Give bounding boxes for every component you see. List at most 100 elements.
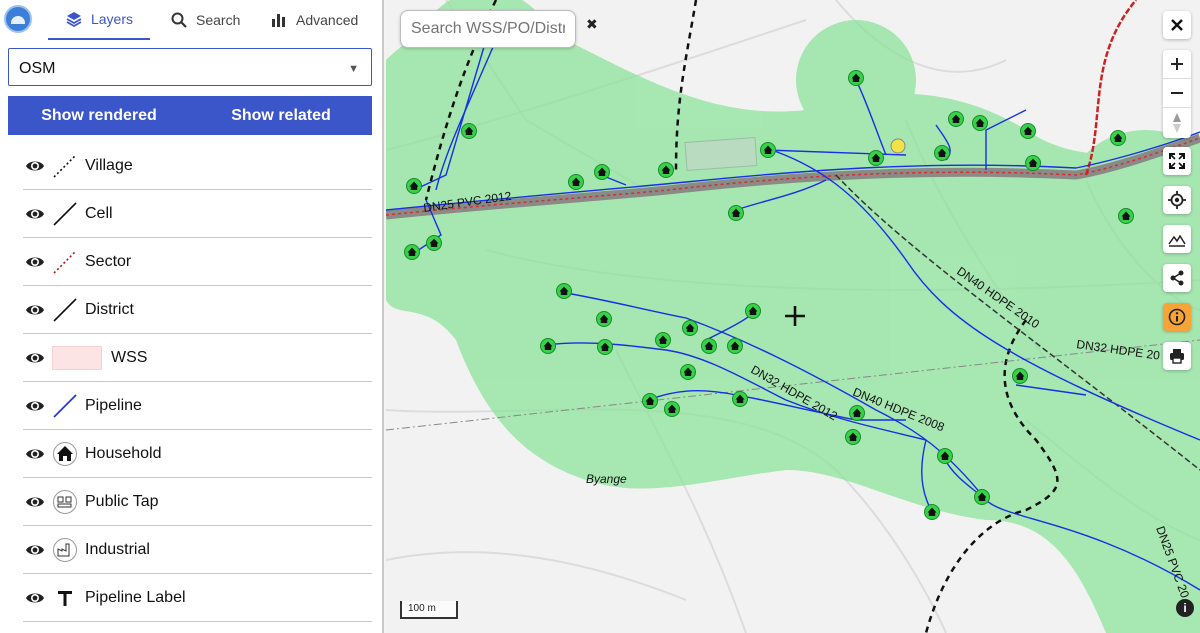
share-button[interactable] — [1163, 264, 1191, 292]
red-dotted-line-icon — [51, 248, 79, 276]
eye-icon[interactable] — [25, 540, 45, 560]
household-marker[interactable] — [727, 338, 743, 354]
eye-icon[interactable] — [25, 204, 45, 224]
show-rendered-button[interactable]: Show rendered — [8, 96, 190, 135]
household-marker[interactable] — [540, 338, 556, 354]
layer-label-sector: Sector — [85, 253, 132, 270]
household-marker[interactable] — [701, 338, 717, 354]
terrain-button[interactable] — [1163, 225, 1191, 253]
layer-label-household: Household — [85, 445, 162, 462]
eye-icon[interactable] — [25, 492, 45, 512]
household-marker[interactable] — [934, 145, 950, 161]
close-button[interactable] — [1163, 11, 1191, 39]
info-button[interactable] — [1163, 303, 1191, 331]
layer-label-public-tap: Public Tap — [85, 493, 159, 510]
household-marker[interactable] — [972, 115, 988, 131]
layer-row-pipeline[interactable]: Pipeline — [23, 382, 372, 430]
household-marker[interactable] — [655, 332, 671, 348]
eye-icon[interactable] — [25, 348, 45, 368]
eye-icon[interactable] — [25, 588, 45, 608]
bar-chart-icon — [272, 14, 285, 27]
layer-row-sector[interactable]: Sector — [23, 238, 372, 286]
map-search-input[interactable] — [400, 10, 576, 48]
print-icon — [1170, 349, 1184, 364]
household-marker[interactable] — [845, 429, 861, 445]
layer-label-district: District — [85, 301, 134, 318]
household-marker[interactable] — [680, 364, 696, 380]
zoom-in-icon — [1171, 58, 1183, 70]
tab-search[interactable]: Search — [162, 0, 258, 40]
layer-row-district[interactable]: District — [23, 286, 372, 334]
eye-icon[interactable] — [25, 252, 45, 272]
household-marker[interactable] — [406, 178, 422, 194]
household-marker[interactable] — [568, 174, 584, 190]
solid-line-icon — [51, 296, 79, 324]
solid-line-icon — [51, 200, 79, 228]
layer-row-village[interactable]: Village — [23, 142, 372, 190]
household-marker[interactable] — [848, 70, 864, 86]
household-marker[interactable] — [596, 311, 612, 327]
layer-row-cell[interactable]: Cell — [23, 190, 372, 238]
layer-row-household[interactable]: Household — [23, 430, 372, 478]
household-marker[interactable] — [728, 205, 744, 221]
household-marker[interactable] — [594, 164, 610, 180]
blue-line-icon — [51, 392, 79, 420]
household-marker[interactable] — [1118, 208, 1134, 224]
fullscreen-button[interactable] — [1163, 147, 1191, 175]
household-marker[interactable] — [924, 504, 940, 520]
eye-icon[interactable] — [25, 396, 45, 416]
basemap-select[interactable]: OSM ▼ — [8, 48, 372, 86]
eye-icon[interactable] — [25, 444, 45, 464]
household-marker[interactable] — [1110, 130, 1126, 146]
tab-advanced-label: Advanced — [296, 12, 359, 28]
zoom-in-button[interactable] — [1163, 50, 1191, 79]
household-marker[interactable] — [556, 283, 572, 299]
map-view[interactable]: DN25 PVC 2012 DN40 HDPE 2010 DN32 HDPE 2… — [386, 0, 1200, 633]
household-marker[interactable] — [658, 162, 674, 178]
household-marker[interactable] — [664, 401, 680, 417]
household-marker[interactable] — [868, 150, 884, 166]
eye-icon[interactable] — [25, 300, 45, 320]
eye-icon[interactable] — [25, 156, 45, 176]
tab-layers[interactable]: Layers — [48, 0, 150, 40]
clear-search-icon[interactable]: ✖ — [586, 16, 598, 33]
household-marker[interactable] — [974, 489, 990, 505]
tab-search-label: Search — [196, 12, 241, 28]
place-label-byange: Byange — [586, 472, 627, 486]
tab-layers-label: Layers — [90, 11, 134, 27]
household-marker[interactable] — [404, 244, 420, 260]
household-marker[interactable] — [597, 339, 613, 355]
household-marker[interactable] — [732, 391, 748, 407]
household-marker[interactable] — [745, 303, 761, 319]
locate-button[interactable] — [1163, 186, 1191, 214]
household-marker[interactable] — [849, 405, 865, 421]
layer-row-pipeline-label[interactable]: Pipeline Label — [23, 574, 372, 622]
attribution-info-icon[interactable]: i — [1176, 599, 1194, 617]
tab-advanced[interactable]: Advanced — [264, 0, 370, 40]
zoom-controls — [1163, 50, 1191, 138]
household-marker[interactable] — [1025, 155, 1041, 171]
public-tap-marker[interactable] — [890, 138, 906, 154]
household-marker[interactable] — [682, 320, 698, 336]
crosshair-icon — [785, 306, 805, 326]
household-marker[interactable] — [426, 235, 442, 251]
household-marker[interactable] — [642, 393, 658, 409]
print-button[interactable] — [1163, 342, 1191, 370]
layer-row-industrial[interactable]: Industrial — [23, 526, 372, 574]
app-logo[interactable] — [4, 5, 32, 33]
layer-label-industrial: Industrial — [85, 541, 150, 558]
layer-label-pipeline: Pipeline — [85, 397, 142, 414]
zoom-out-button[interactable] — [1163, 79, 1191, 108]
show-related-button[interactable]: Show related — [190, 96, 372, 135]
info-icon — [1168, 308, 1186, 326]
compass-button[interactable] — [1163, 108, 1191, 137]
household-marker[interactable] — [1012, 368, 1028, 384]
household-marker[interactable] — [461, 123, 477, 139]
layer-row-wss[interactable]: WSS — [23, 334, 372, 382]
household-marker[interactable] — [1020, 123, 1036, 139]
text-t-icon — [51, 584, 79, 612]
layer-row-public-tap[interactable]: Public Tap — [23, 478, 372, 526]
household-marker[interactable] — [937, 448, 953, 464]
household-marker[interactable] — [760, 142, 776, 158]
household-marker[interactable] — [948, 111, 964, 127]
